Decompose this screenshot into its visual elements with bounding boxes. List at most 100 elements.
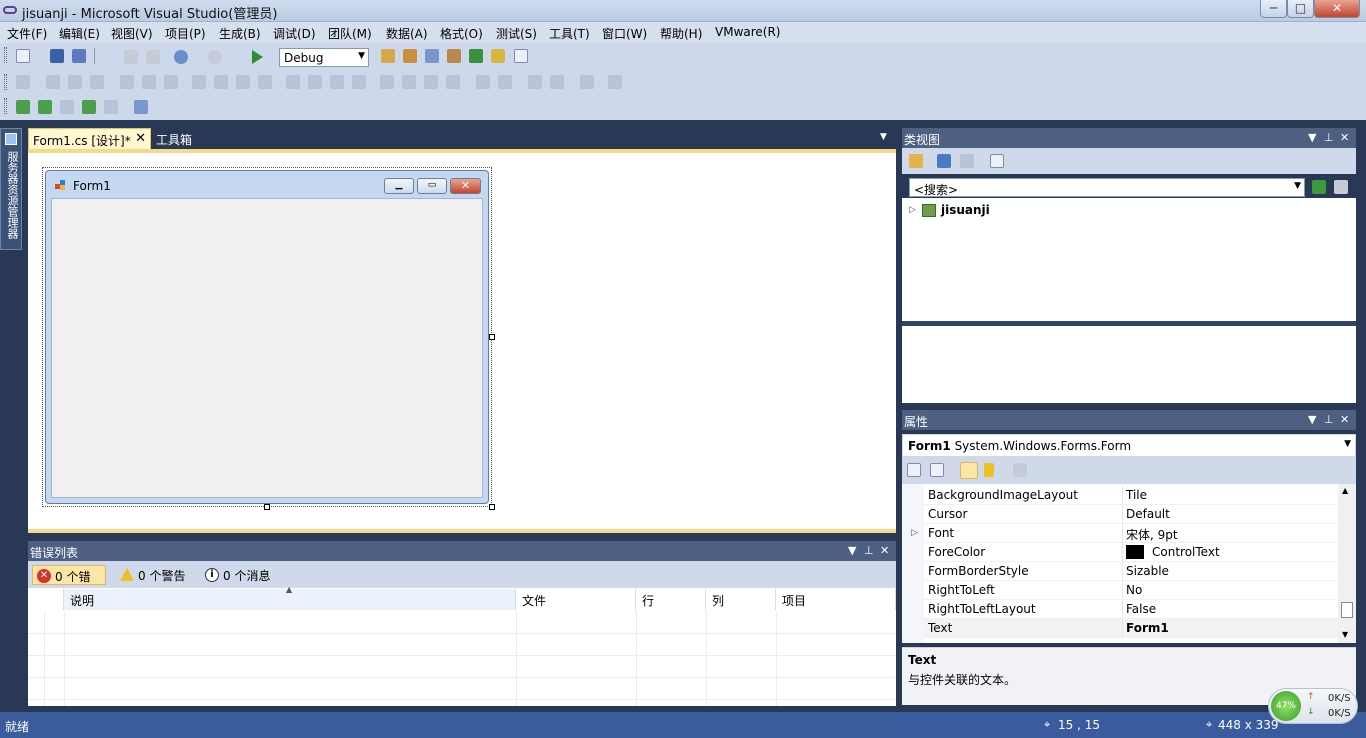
- class-view-search-input[interactable]: <搜索> ▼: [909, 178, 1305, 197]
- menu-project[interactable]: 项目(P): [165, 25, 206, 42]
- same-height-icon[interactable]: [236, 75, 250, 89]
- warnings-filter-button[interactable]: 0 个警告: [116, 565, 196, 585]
- events-icon[interactable]: [984, 463, 994, 477]
- align-middle-icon[interactable]: [142, 75, 156, 89]
- new-project-icon[interactable]: [16, 49, 30, 63]
- chevron-down-icon[interactable]: ▼: [1308, 131, 1316, 144]
- attach-icon[interactable]: [104, 100, 118, 114]
- menu-test[interactable]: 测试(S): [496, 25, 537, 42]
- column-header-column[interactable]: 列: [706, 589, 776, 610]
- save-all-icon[interactable]: [72, 49, 86, 63]
- size-to-grid-icon[interactable]: [214, 75, 228, 89]
- errors-filter-button[interactable]: ✕ 0 个错误: [32, 565, 106, 601]
- vertical-spacing-icon[interactable]: [380, 75, 394, 89]
- menu-help[interactable]: 帮助(H): [660, 25, 702, 42]
- redo-icon[interactable]: [208, 50, 222, 64]
- minimize-button[interactable]: ─: [1260, 0, 1287, 18]
- property-row[interactable]: FormBorderStyle Sizable: [924, 562, 1338, 581]
- cut-icon[interactable]: [124, 50, 138, 64]
- resize-handle-corner[interactable]: [489, 504, 495, 510]
- menu-edit[interactable]: 编辑(E): [59, 25, 100, 42]
- decrease-v-spacing-icon[interactable]: [424, 75, 438, 89]
- properties-icon[interactable]: [960, 462, 978, 479]
- send-to-back-icon[interactable]: [550, 75, 564, 89]
- column-header-file[interactable]: 文件: [516, 589, 636, 610]
- form-minimize-button[interactable]: ▁: [384, 178, 414, 194]
- property-row[interactable]: ForeColor ControlText: [924, 543, 1338, 562]
- property-row[interactable]: BackgroundImageLayout Tile: [924, 486, 1338, 505]
- remove-h-spacing-icon[interactable]: [352, 75, 366, 89]
- remove-v-spacing-icon[interactable]: [446, 75, 460, 89]
- form-client-area[interactable]: [51, 198, 483, 498]
- toolbar-grip[interactable]: [4, 74, 7, 90]
- chevron-down-icon[interactable]: ▼: [880, 132, 887, 142]
- close-icon[interactable]: ✕: [880, 544, 889, 557]
- align-top-icon[interactable]: [120, 75, 134, 89]
- alphabetical-icon[interactable]: [930, 463, 944, 477]
- paste-icon[interactable]: [146, 50, 160, 64]
- center-vertically-icon[interactable]: [498, 75, 512, 89]
- pin-icon[interactable]: ⊥: [864, 544, 874, 557]
- scroll-thumb[interactable]: [1341, 602, 1353, 618]
- run-tests-icon[interactable]: [38, 100, 52, 114]
- chevron-down-icon[interactable]: ▼: [1308, 413, 1316, 426]
- find-in-files-icon[interactable]: [381, 49, 395, 63]
- settings-icon[interactable]: [990, 154, 1004, 168]
- property-row[interactable]: Cursor Default: [924, 505, 1338, 524]
- bring-to-front-icon[interactable]: [528, 75, 542, 89]
- save-icon[interactable]: [50, 49, 64, 63]
- align-center-icon[interactable]: [68, 75, 82, 89]
- step-icon[interactable]: [60, 100, 74, 114]
- network-monitor-widget[interactable]: 47% ↑ 0K/S ↓ 0K/S: [1268, 688, 1358, 724]
- property-row[interactable]: RightToLeftLayout False: [924, 600, 1338, 619]
- increase-h-spacing-icon[interactable]: [308, 75, 322, 89]
- toolbox-icon[interactable]: [447, 49, 461, 63]
- align-right-icon[interactable]: [90, 75, 104, 89]
- property-row[interactable]: RightToLeft No: [924, 581, 1338, 600]
- properties-window-icon[interactable]: [425, 49, 439, 63]
- solution-config-select[interactable]: Debug ▼: [279, 48, 369, 67]
- column-header-line[interactable]: 行: [636, 589, 706, 610]
- object-browser-icon[interactable]: [491, 49, 505, 63]
- solution-explorer-icon[interactable]: [403, 49, 417, 63]
- menu-debug[interactable]: 调试(D): [273, 25, 316, 42]
- maximize-button[interactable]: □: [1287, 0, 1314, 18]
- search-go-icon[interactable]: [1312, 180, 1326, 194]
- undo-icon[interactable]: [174, 50, 188, 64]
- tab-toolbox[interactable]: 工具箱: [156, 131, 192, 148]
- close-icon[interactable]: ✕: [1340, 413, 1349, 426]
- form-maximize-button[interactable]: ▭: [417, 178, 447, 194]
- close-icon[interactable]: ✕: [135, 131, 146, 146]
- forward-icon[interactable]: [960, 154, 974, 168]
- other-windows-icon[interactable]: [514, 49, 528, 63]
- menu-team[interactable]: 团队(M): [328, 25, 372, 42]
- menu-view[interactable]: 视图(V): [111, 25, 153, 42]
- align-left-icon[interactable]: [46, 75, 60, 89]
- property-row[interactable]: Font 宋体, 9pt: [924, 524, 1338, 543]
- toolbar-grip[interactable]: [4, 47, 7, 63]
- properties-scrollbar[interactable]: ▲ ▼: [1338, 484, 1356, 643]
- toolbar-grip[interactable]: [4, 98, 7, 114]
- pin-icon[interactable]: ⊥: [1324, 413, 1334, 426]
- tree-node-project[interactable]: jisuanji: [941, 203, 990, 217]
- chevron-down-icon[interactable]: ▼: [1294, 181, 1301, 191]
- menu-file[interactable]: 文件(F): [7, 25, 47, 42]
- continue-icon[interactable]: [82, 100, 96, 114]
- tab-form1-design[interactable]: Form1.cs [设计]* ✕: [28, 128, 151, 149]
- chevron-down-icon[interactable]: ▼: [848, 544, 856, 557]
- scroll-down-icon[interactable]: ▼: [1342, 630, 1348, 639]
- align-bottom-icon[interactable]: [164, 75, 178, 89]
- close-button[interactable]: ✕: [1314, 0, 1360, 18]
- scroll-up-icon[interactable]: ▲: [1342, 486, 1348, 495]
- center-horizontally-icon[interactable]: [476, 75, 490, 89]
- column-header-project[interactable]: 项目: [776, 589, 896, 610]
- pin-icon[interactable]: ⊥: [1324, 131, 1334, 144]
- start-page-icon[interactable]: [469, 49, 483, 63]
- same-width-icon[interactable]: [192, 75, 206, 89]
- property-pages-icon[interactable]: [1013, 463, 1027, 477]
- tab-order-icon[interactable]: [580, 75, 594, 89]
- test-view-icon[interactable]: [134, 100, 148, 114]
- property-row-selected[interactable]: Text Form1: [924, 619, 1338, 638]
- lock-controls-icon[interactable]: [608, 75, 622, 89]
- start-debugging-icon[interactable]: [252, 50, 263, 64]
